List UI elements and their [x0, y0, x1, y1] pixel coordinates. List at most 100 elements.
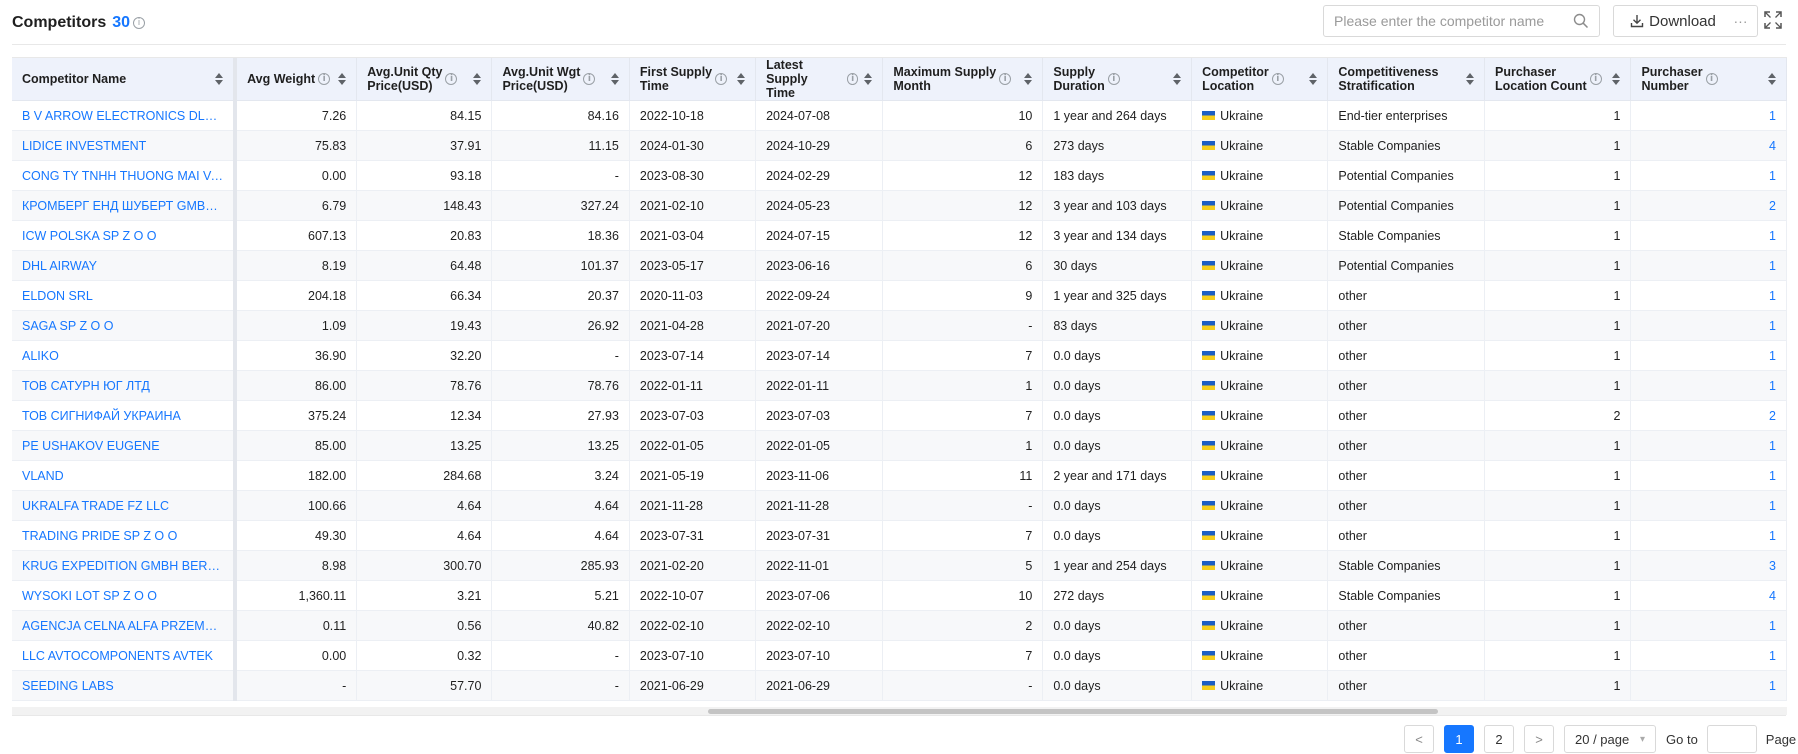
info-icon[interactable]: i [318, 73, 331, 85]
cell-purchaser-num[interactable]: 1 [1630, 370, 1787, 401]
sort-icon[interactable] [610, 73, 619, 85]
cell-name[interactable]: SEEDING LABS [12, 670, 238, 701]
sort-icon[interactable] [1024, 73, 1033, 85]
cell-purchaser-num[interactable]: 1 [1630, 610, 1787, 641]
search-input[interactable] [1334, 13, 1573, 29]
column-header-name[interactable]: Competitor Name [12, 58, 238, 101]
column-header-duration[interactable]: Supply Duration i [1042, 58, 1193, 101]
column-header-purchaser-loc[interactable]: Purchaser Location Count i [1484, 58, 1632, 101]
cell-purchaser-num[interactable]: 3 [1630, 550, 1787, 581]
column-header-qty-price[interactable]: Avg.Unit Qty Price(USD) i [356, 58, 493, 101]
cell-duration: 3 year and 134 days [1042, 220, 1193, 251]
cell-purchaser-num[interactable]: 2 [1630, 400, 1787, 431]
next-page-button[interactable]: > [1524, 725, 1554, 753]
cell-qty-price: 84.15 [356, 100, 493, 131]
cell-name[interactable]: CONG TY TNHH THUONG MAI VA DICH VU [12, 160, 238, 191]
column-header-first-supply[interactable]: First Supply Time i [629, 58, 757, 101]
cell-purchaser-loc: 1 [1484, 670, 1632, 701]
column-header-avg-weight[interactable]: Avg Weight i [235, 58, 358, 101]
column-label: Competitiveness Stratification [1338, 65, 1439, 93]
cell-purchaser-loc: 1 [1484, 220, 1632, 251]
ukraine-flag-icon [1202, 170, 1216, 180]
sort-icon[interactable] [215, 73, 224, 85]
info-icon[interactable]: i [1107, 73, 1120, 85]
cell-purchaser-loc: 1 [1484, 640, 1632, 671]
cell-purchaser-num[interactable]: 1 [1630, 220, 1787, 251]
cell-name[interactable]: DHL AIRWAY [12, 250, 238, 281]
cell-name[interactable]: UKRALFA TRADE FZ LLC [12, 490, 238, 521]
cell-name[interactable]: B V ARROW ELECTRONICS DLC TRADING LLC [12, 100, 238, 131]
column-header-latest-supply[interactable]: Latest Supply Time i [755, 58, 884, 101]
sort-icon[interactable] [1173, 73, 1182, 85]
cell-name[interactable]: AGENCJA CELNA ALFA PRZEMYSLOWA [12, 610, 238, 641]
sort-icon[interactable] [1768, 73, 1776, 85]
cell-purchaser-num[interactable]: 1 [1630, 160, 1787, 191]
info-icon[interactable]: i [1271, 73, 1284, 85]
cell-purchaser-num[interactable]: 4 [1630, 130, 1787, 161]
cell-purchaser-num[interactable]: 1 [1630, 640, 1787, 671]
search-box[interactable] [1323, 5, 1600, 37]
goto-page-input[interactable] [1706, 725, 1757, 753]
fullscreen-icon[interactable] [1763, 10, 1785, 32]
cell-name[interactable]: ТОВ СИГНИФАЙ УКРАИНА [12, 400, 238, 431]
cell-name[interactable]: KRUG EXPEDITION GMBH BERGWERKSTRASSE [12, 550, 238, 581]
info-icon[interactable]: i [133, 17, 146, 29]
download-button[interactable]: Download [1613, 5, 1733, 37]
sort-icon[interactable] [737, 73, 746, 85]
prev-page-button[interactable]: < [1404, 725, 1434, 753]
info-icon[interactable]: i [999, 73, 1012, 85]
cell-purchaser-num[interactable]: 1 [1630, 460, 1787, 491]
cell-avg-weight: 1,360.11 [235, 580, 358, 611]
cell-name[interactable]: SAGA SP Z O O [12, 310, 238, 341]
cell-purchaser-num[interactable]: 2 [1630, 190, 1787, 221]
cell-purchaser-num[interactable]: 1 [1630, 310, 1787, 341]
page-2-button[interactable]: 2 [1484, 725, 1514, 753]
info-icon[interactable]: i [1589, 73, 1602, 85]
sort-icon[interactable] [1612, 73, 1621, 85]
cell-name[interactable]: ICW POLSKA SP Z O O [12, 220, 238, 251]
cell-duration: 1 year and 254 days [1042, 550, 1193, 581]
cell-name[interactable]: WYSOKI LOT SP Z O O [12, 580, 238, 611]
cell-name[interactable]: LLC AVTOCOMPONENTS AVTEK [12, 640, 238, 671]
search-icon[interactable] [1573, 13, 1589, 29]
scrollbar-thumb[interactable] [708, 709, 1438, 714]
cell-name[interactable]: ТОВ САТУРН ЮГ ЛТД [12, 370, 238, 401]
column-header-max-month[interactable]: Maximum Supply Month i [882, 58, 1044, 101]
horizontal-scrollbar[interactable] [12, 707, 1787, 715]
info-icon[interactable]: i [445, 73, 458, 85]
info-icon[interactable]: i [715, 73, 728, 85]
sort-icon[interactable] [864, 73, 873, 85]
column-header-stratification[interactable]: Competitiveness Stratification [1327, 58, 1485, 101]
cell-first-supply: 2023-05-17 [629, 250, 757, 281]
info-icon[interactable]: i [846, 73, 859, 85]
cell-purchaser-num[interactable]: 1 [1630, 100, 1787, 131]
sort-icon[interactable] [1465, 73, 1474, 85]
cell-purchaser-num[interactable]: 1 [1630, 250, 1787, 281]
sort-icon[interactable] [1309, 73, 1318, 85]
cell-purchaser-num[interactable]: 1 [1630, 280, 1787, 311]
cell-purchaser-num[interactable]: 1 [1630, 520, 1787, 551]
sort-icon[interactable] [473, 73, 482, 85]
cell-name[interactable]: ALIKO [12, 340, 238, 371]
cell-purchaser-num[interactable]: 4 [1630, 580, 1787, 611]
cell-purchaser-num[interactable]: 1 [1630, 430, 1787, 461]
cell-name[interactable]: КРОМБЕРГ ЕНД ШУБЕРТ GMBH LANDSTRASSE [12, 190, 238, 221]
cell-name[interactable]: ELDON SRL [12, 280, 238, 311]
cell-purchaser-num[interactable]: 1 [1630, 670, 1787, 701]
cell-name[interactable]: TRADING PRIDE SP Z O O [12, 520, 238, 551]
info-icon[interactable]: i [583, 73, 596, 85]
column-header-location[interactable]: Competitor Location i [1191, 58, 1329, 101]
cell-name[interactable]: VLAND [12, 460, 238, 491]
page-size-select[interactable]: 20 / page ▾ [1564, 725, 1656, 753]
cell-purchaser-num[interactable]: 1 [1630, 340, 1787, 371]
cell-name[interactable]: LIDICE INVESTMENT [12, 130, 238, 161]
column-header-wgt-price[interactable]: Avg.Unit Wgt Price(USD) i [491, 58, 630, 101]
sort-icon[interactable] [338, 73, 347, 85]
cell-latest-supply: 2021-07-20 [755, 310, 884, 341]
info-icon[interactable]: i [1705, 73, 1718, 85]
column-header-purchaser-num[interactable]: Purchaser Number i [1630, 58, 1787, 101]
more-options-button[interactable]: ··· [1724, 5, 1758, 37]
cell-name[interactable]: PE USHAKOV EUGENE [12, 430, 238, 461]
page-1-button[interactable]: 1 [1444, 725, 1474, 753]
cell-purchaser-num[interactable]: 1 [1630, 490, 1787, 521]
